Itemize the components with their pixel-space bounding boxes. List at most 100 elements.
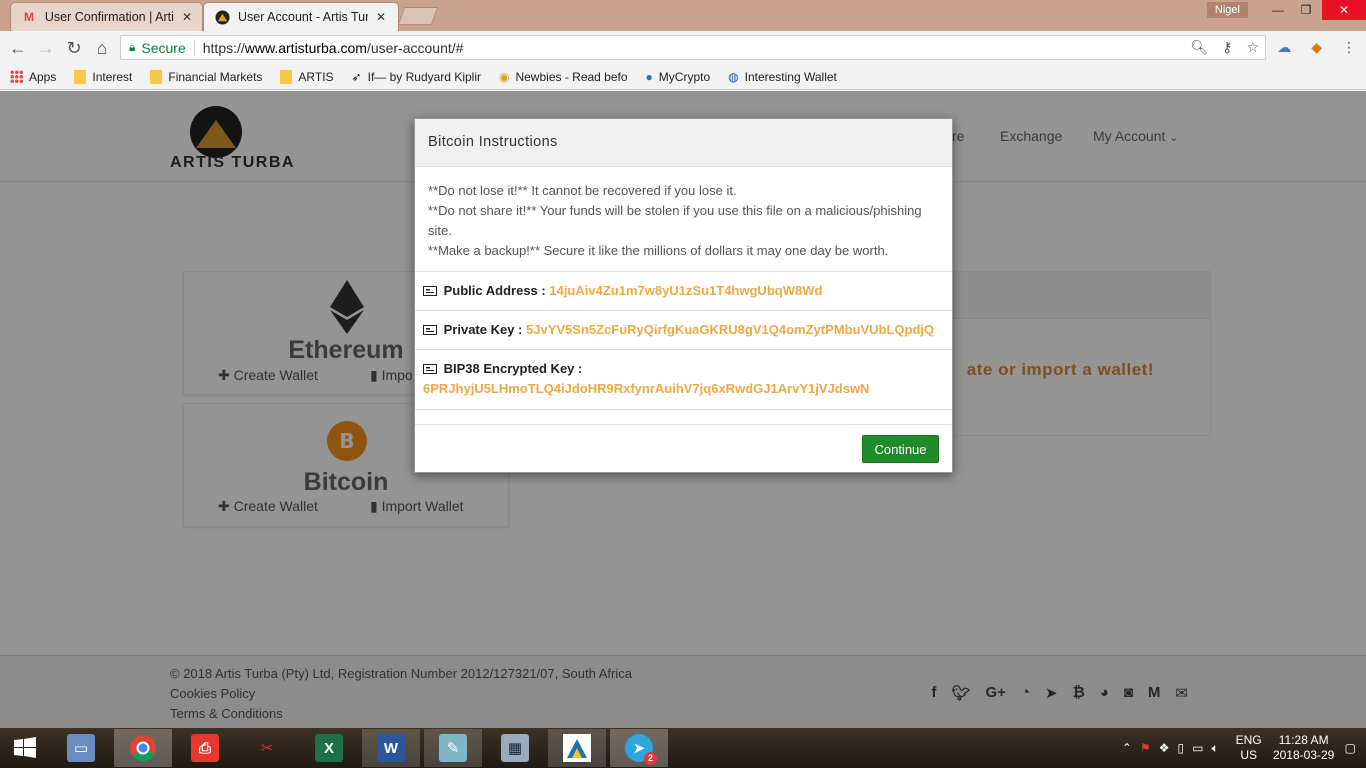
secure-label: Secure — [141, 39, 195, 56]
taskbar-telegram[interactable]: ➤ 2 — [610, 729, 668, 767]
minimize-button[interactable]: — — [1264, 0, 1292, 20]
apps-grid-icon — [10, 70, 23, 83]
modal-instructions: **Do not lose it!** It cannot be recover… — [415, 167, 952, 271]
tab-title: User Confirmation | Artis — [44, 10, 174, 24]
bookmark-interest[interactable]: Interest — [74, 69, 132, 84]
bip38-value[interactable]: 6PRJhyjU5LHmoTLQ4iJdoHR9RxfynrAuihV7jq6x… — [423, 379, 944, 399]
forward-icon[interactable]: → — [35, 37, 57, 59]
windows-taskbar: ▭ ⎙ ✂ X W ✎ ▦ ➤ 2 ⌃ ⚑ ❖ ▯ ▭ 🔈︎ ENG US 11:… — [0, 728, 1366, 768]
network-alert-icon[interactable]: ⚑ — [1140, 741, 1151, 755]
public-address-value[interactable]: 14juAiv4Zu1m7w8yU1zSu1T4hwgUbqW8Wd — [549, 283, 822, 298]
telegram-app-icon: ➤ 2 — [625, 734, 657, 765]
calculator-icon: ▦ — [501, 734, 529, 762]
extension-icons: ☁ ◆ ⋮ — [1277, 39, 1356, 56]
profile-badge[interactable]: Nigel — [1206, 2, 1248, 18]
restore-button[interactable]: ❐ — [1292, 0, 1320, 20]
globe-icon: ◍ — [728, 69, 739, 84]
artis-app-icon — [563, 734, 591, 762]
taskbar-acrobat[interactable]: ⎙ — [176, 729, 234, 767]
tab-user-account[interactable]: User Account - Artis Turb ✕ — [203, 2, 399, 31]
start-button[interactable] — [0, 729, 50, 767]
bookmark-mycrypto[interactable]: ● MyCrypto — [646, 70, 711, 84]
mycrypto-icon: ● — [645, 69, 653, 84]
bookmark-newbies[interactable]: ◉ Newbies - Read befo — [499, 70, 628, 84]
bookmark-interesting-wallet[interactable]: ◍ Interesting Wallet — [728, 70, 837, 84]
taskbar-computer[interactable]: ▭ — [52, 729, 110, 767]
artis-icon — [214, 9, 230, 25]
id-card-icon — [423, 364, 437, 374]
address-toolbar: ← → ↻ ⌂ 🔒︎ Secure https://www.artisturba… — [0, 31, 1366, 64]
new-tab-button[interactable] — [397, 7, 439, 25]
tab-user-confirmation[interactable]: M User Confirmation | Artis ✕ — [10, 2, 203, 31]
home-icon[interactable]: ⌂ — [91, 37, 113, 59]
public-address-label: Public Address : — [443, 283, 546, 298]
taskbar-word[interactable]: W — [362, 729, 420, 767]
close-icon[interactable]: ✕ — [182, 10, 192, 24]
instruction-backup: **Make a backup!** Secure it like the mi… — [428, 243, 889, 258]
language-indicator[interactable]: ENG US — [1229, 733, 1269, 763]
scissors-icon: ✂ — [260, 740, 274, 757]
private-key-value[interactable]: 5JvYV5Sn5ZcFuRyQirfgKuaGKRU8gV1Q4omZytPM… — [526, 322, 934, 337]
modal-footer: Continue — [415, 424, 952, 472]
browser-tab-bar: M User Confirmation | Artis ✕ User Accou… — [0, 0, 1366, 31]
windows-logo-icon — [14, 737, 36, 758]
notes-icon: ✎ — [439, 734, 467, 762]
private-key-row: Private Key : 5JvYV5Sn5ZcFuRyQirfgKuaGKR… — [415, 310, 952, 349]
network-icon[interactable]: ▭ — [1192, 741, 1203, 755]
gmail-icon: M — [23, 10, 34, 24]
metamask-icon[interactable]: ◆ — [1311, 39, 1322, 56]
telegram-badge: 2 — [644, 752, 657, 765]
bitcoin-instructions-modal: Bitcoin Instructions **Do not lose it!**… — [414, 118, 953, 473]
taskbar-artis[interactable] — [548, 729, 606, 767]
coin-icon: ◉ — [498, 69, 510, 84]
back-icon[interactable]: ← — [7, 37, 29, 59]
chrome-icon — [130, 735, 156, 762]
word-icon: W — [377, 734, 405, 762]
modal-title: Bitcoin Instructions — [415, 119, 952, 167]
system-tray: ⌃ ⚑ ❖ ▯ ▭ 🔈︎ ENG US 11:28 AM 2018-03-29 ▢ — [1122, 728, 1366, 768]
notifications-icon[interactable]: ▢ — [1345, 741, 1356, 755]
clock[interactable]: 11:28 AM 2018-03-29 — [1269, 733, 1339, 763]
taskbar-snipping[interactable]: ✂ — [238, 729, 296, 767]
folder-icon — [150, 69, 163, 84]
bookmark-apps[interactable]: Apps — [10, 70, 56, 84]
key-icon[interactable]: ⚷ — [1222, 39, 1232, 56]
menu-icon[interactable]: ⋮ — [1342, 39, 1356, 56]
bookmark-financial-markets[interactable]: Financial Markets — [150, 69, 262, 84]
pdf-icon: ⎙ — [191, 734, 219, 762]
volume-icon[interactable]: 🔈︎ — [1211, 741, 1218, 756]
continue-button[interactable]: Continue — [862, 435, 939, 463]
close-icon[interactable]: ✕ — [376, 10, 386, 24]
tray-expand-icon[interactable]: ⌃ — [1122, 741, 1132, 755]
bip38-row: BIP38 Encrypted Key : 6PRJhyjU5LHmoTLQ4i… — [415, 349, 952, 410]
folder-icon — [74, 69, 87, 84]
bip38-label: BIP38 Encrypted Key : — [443, 361, 583, 376]
url-bar[interactable]: 🔒︎ Secure https://www.artisturba.com/use… — [120, 35, 1266, 60]
window-close-button[interactable]: ✕ — [1322, 0, 1366, 20]
bookmark-if-kipling[interactable]: ➶ If— by Rudyard Kiplir — [352, 70, 481, 84]
lock-icon: 🔒︎ — [129, 40, 136, 54]
cloud-extension-icon[interactable]: ☁ — [1277, 39, 1291, 56]
battery-icon[interactable]: ▯ — [1178, 741, 1185, 755]
private-key-label: Private Key : — [443, 322, 523, 337]
instruction-lose: **Do not lose it!** It cannot be recover… — [428, 183, 737, 198]
folder-icon — [280, 69, 293, 84]
star-icon[interactable]: ☆ — [1246, 39, 1259, 56]
taskbar-chrome[interactable] — [114, 729, 172, 767]
tab-title: User Account - Artis Turb — [238, 10, 368, 24]
dropbox-icon[interactable]: ❖ — [1159, 741, 1170, 755]
taskbar-notes[interactable]: ✎ — [424, 729, 482, 767]
bookmarks-bar: Apps Interest Financial Markets ARTIS ➶ I… — [0, 64, 1366, 90]
excel-icon: X — [315, 734, 343, 762]
id-card-icon — [423, 325, 437, 335]
reload-icon[interactable]: ↻ — [63, 37, 85, 59]
instruction-share: **Do not share it!** Your funds will be … — [428, 203, 922, 238]
taskbar-calculator[interactable]: ▦ — [486, 729, 544, 767]
omnibox-actions: 🔍︎ ⚷ ☆ — [1190, 39, 1259, 56]
zoom-icon[interactable]: 🔍︎ — [1190, 39, 1208, 56]
bookmark-artis[interactable]: ARTIS — [280, 69, 334, 84]
id-card-icon — [423, 286, 437, 296]
computer-icon: ▭ — [67, 734, 95, 762]
public-address-row: Public Address : 14juAiv4Zu1m7w8yU1zSu1T… — [415, 271, 952, 310]
taskbar-excel[interactable]: X — [300, 729, 358, 767]
